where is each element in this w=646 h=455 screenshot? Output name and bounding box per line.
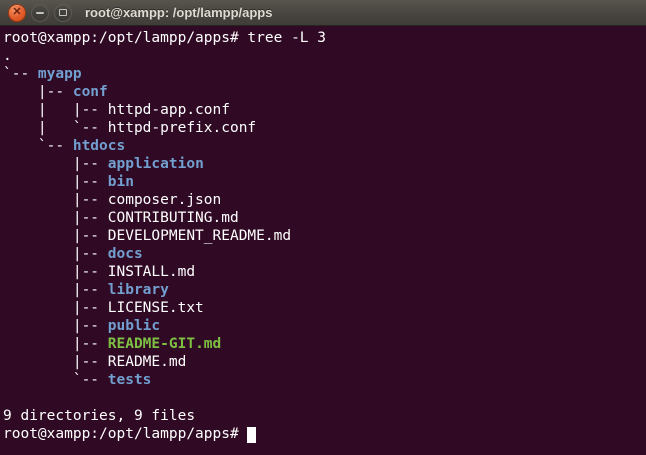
- terminal-line: `-- tests: [3, 371, 642, 389]
- terminal-text: |--: [3, 282, 108, 298]
- terminal-text: `--: [3, 372, 108, 388]
- directory-name: myapp: [38, 66, 82, 82]
- terminal-text: root@xampp:/opt/lampp/apps# tree -L 3: [3, 30, 326, 46]
- terminal-line: |-- CONTRIBUTING.md: [3, 209, 642, 227]
- terminal-text: |-- composer.json: [3, 192, 221, 208]
- minimize-icon: [36, 12, 44, 14]
- terminal-screen[interactable]: root@xampp:/opt/lampp/apps# tree -L 3.`-…: [0, 26, 646, 455]
- maximize-icon: [59, 9, 67, 16]
- terminal-text: | |-- httpd-app.conf: [3, 102, 230, 118]
- terminal-text: |-- DEVELOPMENT_README.md: [3, 228, 291, 244]
- terminal-text: |-- README.md: [3, 354, 186, 370]
- terminal-text: .: [3, 48, 12, 64]
- titlebar[interactable]: ✕ root@xampp: /opt/lampp/apps: [0, 0, 646, 26]
- terminal-line: | `-- httpd-prefix.conf: [3, 119, 642, 137]
- close-button[interactable]: ✕: [8, 4, 26, 22]
- terminal-text: |--: [3, 318, 108, 334]
- terminal-line: | |-- httpd-app.conf: [3, 101, 642, 119]
- terminal-line: |-- composer.json: [3, 191, 642, 209]
- terminal-line: root@xampp:/opt/lampp/apps#: [3, 425, 642, 443]
- terminal-text: |--: [3, 246, 108, 262]
- maximize-button[interactable]: [54, 4, 72, 22]
- terminal-text: |--: [3, 336, 108, 352]
- terminal-text: root@xampp:/opt/lampp/apps#: [3, 426, 247, 442]
- directory-name: htdocs: [73, 138, 125, 154]
- special-file-name: README-GIT.md: [108, 336, 222, 352]
- terminal-line: |-- application: [3, 155, 642, 173]
- terminal-line: [3, 389, 642, 407]
- terminal-line: |-- INSTALL.md: [3, 263, 642, 281]
- terminal-window: ✕ root@xampp: /opt/lampp/apps root@xampp…: [0, 0, 646, 455]
- terminal-text: |--: [3, 174, 108, 190]
- terminal-line: |-- library: [3, 281, 642, 299]
- directory-name: tests: [108, 372, 152, 388]
- terminal-line: |-- README.md: [3, 353, 642, 371]
- window-title: root@xampp: /opt/lampp/apps: [85, 5, 272, 20]
- terminal-line: |-- conf: [3, 83, 642, 101]
- terminal-line: .: [3, 47, 642, 65]
- terminal-line: |-- DEVELOPMENT_README.md: [3, 227, 642, 245]
- terminal-line: |-- docs: [3, 245, 642, 263]
- close-icon: ✕: [12, 7, 21, 18]
- terminal-line: |-- LICENSE.txt: [3, 299, 642, 317]
- terminal-line: |-- README-GIT.md: [3, 335, 642, 353]
- directory-name: conf: [73, 84, 108, 100]
- terminal-line: |-- bin: [3, 173, 642, 191]
- minimize-button[interactable]: [31, 4, 49, 22]
- terminal-text: |--: [3, 156, 108, 172]
- terminal-text: |-- LICENSE.txt: [3, 300, 204, 316]
- terminal-text: |-- INSTALL.md: [3, 264, 195, 280]
- terminal-line: root@xampp:/opt/lampp/apps# tree -L 3: [3, 29, 642, 47]
- terminal-line: `-- myapp: [3, 65, 642, 83]
- terminal-text: |-- CONTRIBUTING.md: [3, 210, 239, 226]
- terminal-line: 9 directories, 9 files: [3, 407, 642, 425]
- directory-name: library: [108, 282, 169, 298]
- terminal-text: |--: [3, 84, 73, 100]
- directory-name: docs: [108, 246, 143, 262]
- directory-name: application: [108, 156, 204, 172]
- terminal-line: |-- public: [3, 317, 642, 335]
- terminal-cursor: [247, 427, 256, 443]
- directory-name: public: [108, 318, 160, 334]
- terminal-text: `--: [3, 138, 73, 154]
- terminal-text: 9 directories, 9 files: [3, 408, 195, 424]
- terminal-text: | `-- httpd-prefix.conf: [3, 120, 256, 136]
- directory-name: bin: [108, 174, 134, 190]
- terminal-line: `-- htdocs: [3, 137, 642, 155]
- terminal-text: `--: [3, 66, 38, 82]
